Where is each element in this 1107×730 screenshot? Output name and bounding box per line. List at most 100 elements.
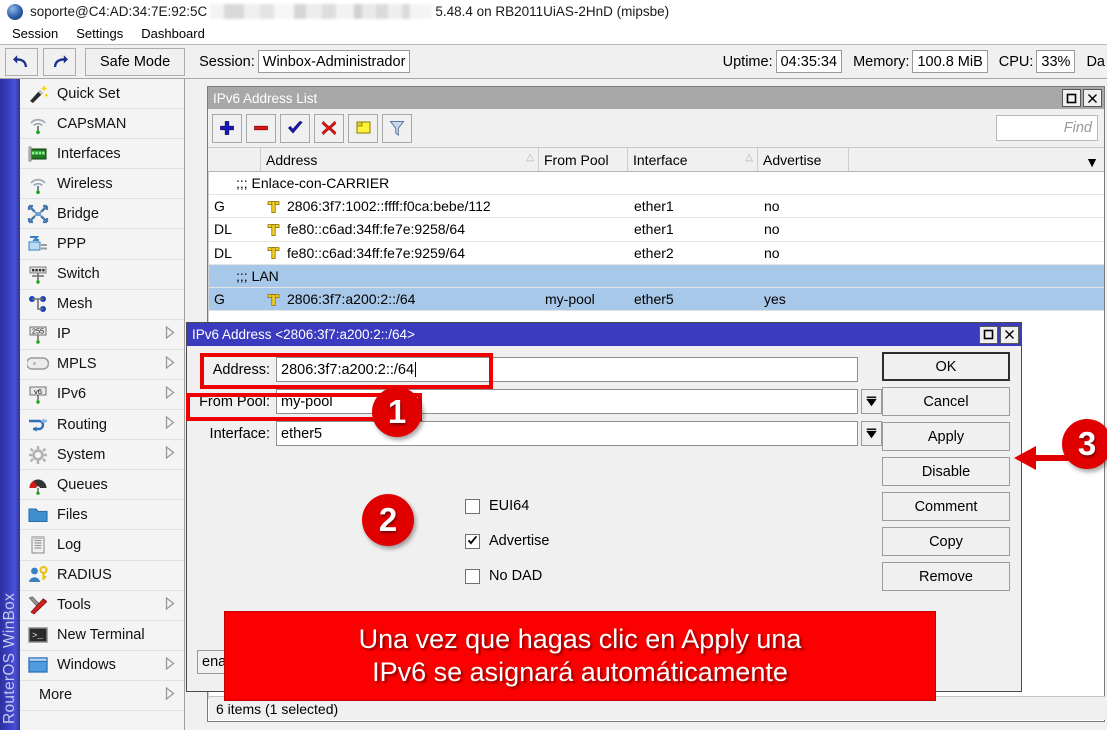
table-row[interactable]: DLfe80::c6ad:34ff:fe7e:9258/64ether1no bbox=[209, 218, 1104, 241]
advertise-checkbox[interactable] bbox=[465, 534, 480, 549]
sidebar-item-ppp[interactable]: PPP bbox=[20, 229, 184, 259]
column-header-advertise[interactable]: Advertise bbox=[758, 148, 849, 171]
apply-button[interactable]: Apply bbox=[882, 422, 1010, 451]
enable-button[interactable] bbox=[280, 114, 310, 143]
address-pin-icon bbox=[267, 222, 280, 237]
row-address-cell: 2806:3f7:a200:2::/64 bbox=[262, 291, 540, 307]
chevron-down-icon[interactable]: ▼ bbox=[1085, 154, 1099, 170]
find-input[interactable]: Find bbox=[996, 115, 1098, 141]
winbox-app-window: soporte@C4:AD:34:7E:92:5C 5.48.4 on RB20… bbox=[0, 0, 1107, 730]
maximize-icon[interactable] bbox=[1062, 89, 1081, 107]
sidebar-item-windows[interactable]: Windows bbox=[20, 651, 184, 681]
menu-item-session[interactable]: Session bbox=[3, 25, 67, 43]
table-row-comment[interactable]: ;;; Enlace-con-CARRIER bbox=[209, 172, 1104, 195]
disable-button[interactable]: Disable bbox=[882, 457, 1010, 486]
address-input[interactable]: 2806:3f7:a200:2::/64 bbox=[276, 357, 858, 382]
submenu-arrow bbox=[164, 356, 178, 373]
column-header-interface[interactable]: Interface △ bbox=[628, 148, 758, 171]
ipv6-list-window-controls bbox=[1060, 89, 1104, 107]
add-button[interactable] bbox=[212, 114, 242, 143]
column-header-flags[interactable] bbox=[208, 148, 261, 171]
menu-item-settings[interactable]: Settings bbox=[67, 25, 132, 43]
comment-button[interactable] bbox=[348, 114, 378, 143]
routing-icon bbox=[25, 414, 51, 436]
sidebar-item-radius[interactable]: RADIUS bbox=[20, 561, 184, 591]
ok-button[interactable]: OK bbox=[882, 352, 1010, 381]
sidebar-item-quick-set[interactable]: Quick Set bbox=[20, 79, 184, 109]
submenu-arrow bbox=[164, 687, 178, 704]
row-address: fe80::c6ad:34ff:fe7e:9259/64 bbox=[287, 245, 465, 261]
sidebar-item-interfaces[interactable]: Interfaces bbox=[20, 139, 184, 169]
redo-button[interactable] bbox=[43, 48, 76, 76]
interface-input[interactable]: ether5 bbox=[276, 421, 858, 446]
switch-icon bbox=[25, 263, 51, 285]
sidebar-item-mpls[interactable]: MPLS bbox=[20, 350, 184, 380]
network-card-icon bbox=[25, 143, 51, 165]
tools-icon bbox=[25, 594, 51, 616]
column-header-overflow[interactable]: ▼ bbox=[849, 148, 1104, 171]
undo-button[interactable] bbox=[5, 48, 38, 76]
memory-value: 100.8 MiB bbox=[912, 50, 987, 73]
sidebar-item-routing[interactable]: Routing bbox=[20, 410, 184, 440]
sidebar-item-queues[interactable]: Queues bbox=[20, 470, 184, 500]
log-icon bbox=[25, 534, 51, 556]
callout-line-2: IPv6 se asignará automáticamente bbox=[372, 656, 788, 689]
column-header-advertise-label: Advertise bbox=[763, 152, 821, 168]
submenu-arrow-icon bbox=[164, 446, 176, 459]
from-pool-input[interactable]: my-pool bbox=[276, 389, 858, 414]
no-dad-checkbox[interactable] bbox=[465, 569, 480, 584]
remove-button[interactable]: Remove bbox=[882, 562, 1010, 591]
folder-icon bbox=[25, 504, 51, 526]
table-row[interactable]: DLfe80::c6ad:34ff:fe7e:9259/64ether2no bbox=[209, 242, 1104, 265]
no-dad-checkbox-row[interactable]: No DAD bbox=[465, 568, 542, 584]
sidebar-item-label: Mesh bbox=[57, 296, 164, 312]
sidebar-item-more[interactable]: More bbox=[20, 681, 184, 711]
sidebar-item-log[interactable]: Log bbox=[20, 530, 184, 560]
cancel-button[interactable]: Cancel bbox=[882, 387, 1010, 416]
close-icon[interactable] bbox=[1083, 89, 1102, 107]
disable-button[interactable] bbox=[314, 114, 344, 143]
safe-mode-button[interactable]: Safe Mode bbox=[85, 48, 185, 76]
sidebar-item-label: Routing bbox=[57, 417, 164, 433]
sidebar-item-label: Wireless bbox=[57, 176, 164, 192]
eui64-label: EUI64 bbox=[489, 498, 529, 514]
sidebar-item-bridge[interactable]: Bridge bbox=[20, 199, 184, 229]
winbox-logo-icon bbox=[7, 4, 23, 20]
sidebar-item-mesh[interactable]: Mesh bbox=[20, 290, 184, 320]
bridge-icon bbox=[25, 203, 51, 225]
menu-item-dashboard[interactable]: Dashboard bbox=[132, 25, 214, 43]
sidebar-item-new-terminal[interactable]: >_New Terminal bbox=[20, 621, 184, 651]
close-icon[interactable] bbox=[1000, 326, 1019, 344]
from-pool-dropdown-button[interactable] bbox=[861, 389, 882, 414]
sidebar-item-system[interactable]: System bbox=[20, 440, 184, 470]
sidebar-item-ip[interactable]: 255IP bbox=[20, 320, 184, 350]
sidebar-item-label: System bbox=[57, 447, 164, 463]
row-comment-text: ;;; LAN bbox=[231, 268, 279, 284]
maximize-icon[interactable] bbox=[979, 326, 998, 344]
address-pin-icon bbox=[267, 222, 282, 237]
advertise-checkbox-row[interactable]: Advertise bbox=[465, 533, 549, 549]
remove-button[interactable] bbox=[246, 114, 276, 143]
column-header-address[interactable]: Address △ bbox=[261, 148, 539, 171]
session-value-field[interactable]: Winbox-Administrador bbox=[258, 50, 411, 73]
sidebar-item-tools[interactable]: Tools bbox=[20, 591, 184, 621]
comment-button[interactable]: Comment bbox=[882, 492, 1010, 521]
filter-button[interactable] bbox=[382, 114, 412, 143]
interface-input-value: ether5 bbox=[281, 426, 322, 442]
copy-button[interactable]: Copy bbox=[882, 527, 1010, 556]
column-header-from-pool[interactable]: From Pool bbox=[539, 148, 628, 171]
table-row[interactable]: G2806:3f7:a200:2::/64my-poolether5yes bbox=[209, 288, 1104, 311]
sidebar-item-switch[interactable]: Switch bbox=[20, 260, 184, 290]
eui64-checkbox-row[interactable]: EUI64 bbox=[465, 498, 529, 514]
sidebar-item-capsman[interactable]: CAPsMAN bbox=[20, 109, 184, 139]
sidebar-item-ipv6[interactable]: v6IPv6 bbox=[20, 380, 184, 410]
table-row[interactable]: G2806:3f7:1002::ffff:f0ca:bebe/112ether1… bbox=[209, 195, 1104, 218]
sidebar-item-wireless[interactable]: Wireless bbox=[20, 169, 184, 199]
switch-icon bbox=[27, 264, 49, 284]
eui64-checkbox[interactable] bbox=[465, 499, 480, 514]
row-interface: ether1 bbox=[629, 198, 759, 214]
table-row-comment[interactable]: ;;; LAN bbox=[209, 265, 1104, 288]
interface-dropdown-button[interactable] bbox=[861, 421, 882, 446]
ip-255-icon: 255 bbox=[25, 323, 51, 345]
sidebar-item-files[interactable]: Files bbox=[20, 500, 184, 530]
